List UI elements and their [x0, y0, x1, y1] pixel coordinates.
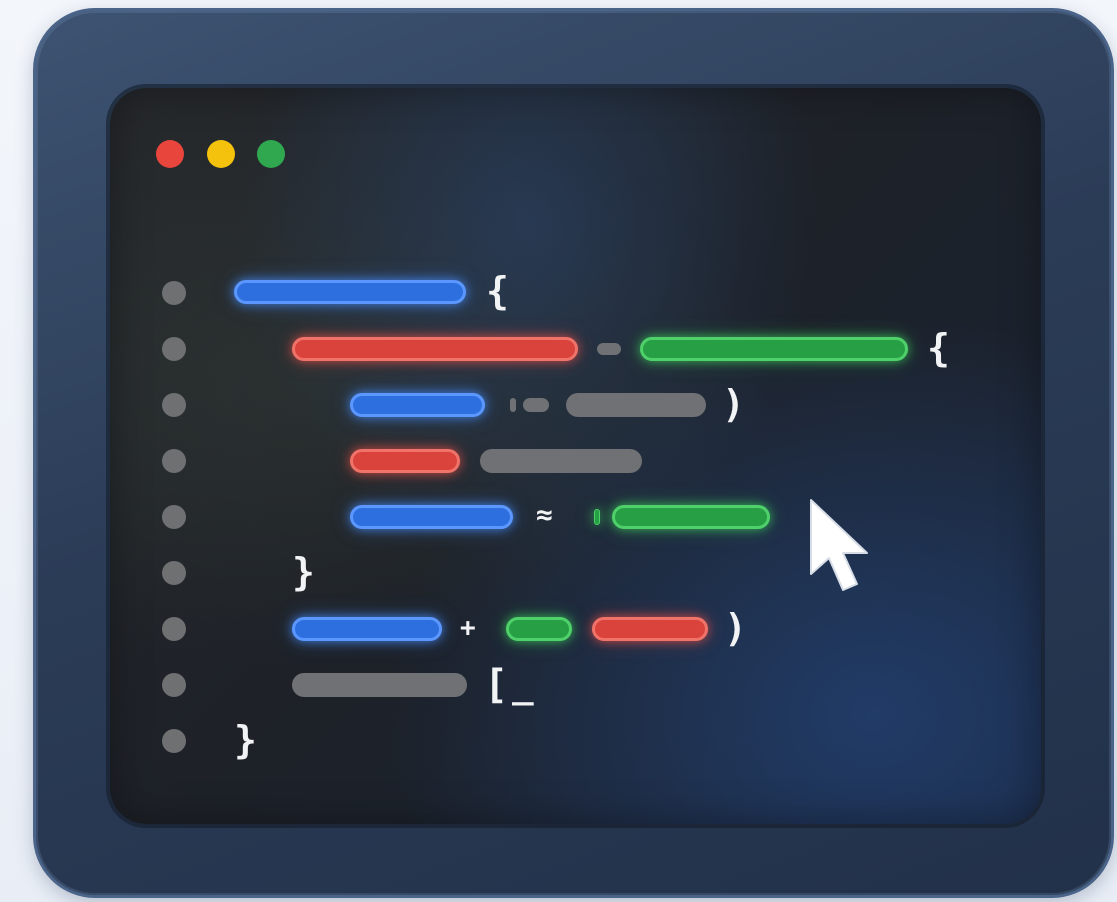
code-token-value	[640, 337, 908, 361]
code-token-keyword	[292, 617, 442, 641]
code-token-neutral	[292, 673, 467, 697]
approx-operator-symbol: ≈	[536, 498, 553, 531]
code-token-value	[612, 505, 770, 529]
code-token-value	[594, 509, 600, 525]
code-token-keyword	[350, 505, 513, 529]
plus-operator-symbol: +	[460, 613, 476, 643]
close-brace-symbol: }	[234, 718, 257, 762]
code-token-operator	[510, 398, 516, 412]
maximize-window-button[interactable]	[257, 140, 285, 168]
code-token-neutral	[566, 393, 706, 417]
close-window-button[interactable]	[156, 140, 184, 168]
mouse-pointer-icon	[810, 499, 868, 591]
code-token-string	[292, 337, 578, 361]
line-marker	[162, 281, 186, 305]
line-marker	[162, 393, 186, 417]
line-marker	[162, 449, 186, 473]
line-marker	[162, 337, 186, 361]
code-token-operator	[597, 343, 621, 355]
code-token-string	[350, 449, 460, 473]
close-brace-symbol: }	[292, 550, 315, 594]
code-token-operator	[523, 398, 549, 412]
line-marker	[162, 729, 186, 753]
code-editor-screen: { { ) ≈ } + ) [ _ }	[110, 88, 1041, 824]
open-bracket-symbol: [	[484, 662, 509, 708]
code-token-keyword	[234, 280, 466, 304]
line-marker	[162, 561, 186, 585]
code-token-string	[592, 617, 708, 641]
code-token-value	[506, 617, 572, 641]
text-caret-symbol: _	[512, 665, 534, 706]
scene: { { ) ≈ } + ) [ _ }	[0, 0, 1117, 902]
code-token-keyword	[350, 393, 485, 417]
line-marker	[162, 617, 186, 641]
code-token-neutral	[480, 449, 642, 473]
minimize-window-button[interactable]	[207, 140, 235, 168]
line-marker	[162, 505, 186, 529]
line-marker	[162, 673, 186, 697]
close-paren-symbol: )	[724, 606, 747, 650]
close-paren-symbol: )	[722, 382, 745, 426]
open-brace-symbol: {	[927, 326, 950, 370]
open-brace-symbol: {	[486, 269, 509, 313]
